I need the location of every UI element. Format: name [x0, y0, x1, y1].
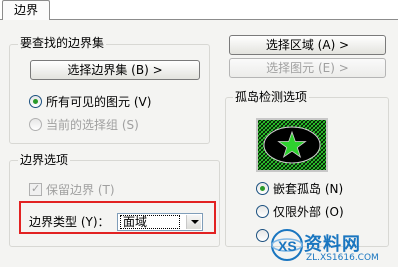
keep-boundary-check-indicator	[29, 181, 42, 197]
watermark-logo: XS 资料网 ZL.XS1616.COM	[270, 226, 398, 267]
radio-nested-islands-indicator[interactable]	[256, 182, 269, 195]
select-region-button[interactable]: 选择区域 (A) >	[229, 35, 386, 55]
boundary-options-group-title: 边界选项	[18, 153, 71, 167]
radio-current-selection: 当前的选择组 (S)	[29, 117, 139, 133]
radio-all-visible-label: 所有可见的图元 (V)	[46, 95, 152, 109]
boundary-type-value: 面域	[120, 215, 180, 229]
radio-ignore-islands-indicator[interactable]	[256, 229, 269, 242]
boundary-type-label: 边界类型 (Y)：	[29, 215, 110, 229]
radio-nested-islands[interactable]: 嵌套孤岛 (N)	[256, 181, 343, 197]
keep-boundary-checkbox: 保留边界 (T)	[29, 181, 115, 198]
radio-outer-only-indicator[interactable]	[256, 205, 269, 218]
island-preview-image	[256, 118, 328, 172]
radio-all-visible-indicator[interactable]	[29, 95, 42, 108]
radio-outer-only-label: 仅限外部 (O)	[273, 205, 344, 219]
radio-current-selection-indicator	[29, 118, 42, 131]
radio-outer-only[interactable]: 仅限外部 (O)	[256, 204, 344, 220]
select-boundary-set-button[interactable]: 选择边界集 (B) >	[30, 60, 200, 80]
search-boundary-group-title: 要查找的边界集	[18, 36, 107, 50]
svg-text:XS: XS	[278, 238, 297, 254]
tab-boundary[interactable]: 边界	[2, 0, 50, 20]
boundary-type-select[interactable]: 面域	[117, 213, 203, 231]
keep-boundary-label: 保留边界 (T)	[46, 183, 115, 197]
island-preview-icon	[258, 120, 326, 170]
radio-current-selection-label: 当前的选择组 (S)	[46, 118, 139, 132]
radio-all-visible[interactable]: 所有可见的图元 (V)	[29, 94, 151, 110]
select-entity-button: 选择图元 (E) >	[229, 58, 386, 78]
radio-nested-islands-label: 嵌套孤岛 (N)	[273, 182, 344, 196]
watermark-url: ZL.XS1616.COM	[306, 253, 379, 263]
chevron-down-icon[interactable]	[186, 215, 201, 229]
watermark-globe-icon: XS	[271, 229, 303, 261]
island-detection-group-title: 孤岛检测选项	[233, 90, 310, 104]
